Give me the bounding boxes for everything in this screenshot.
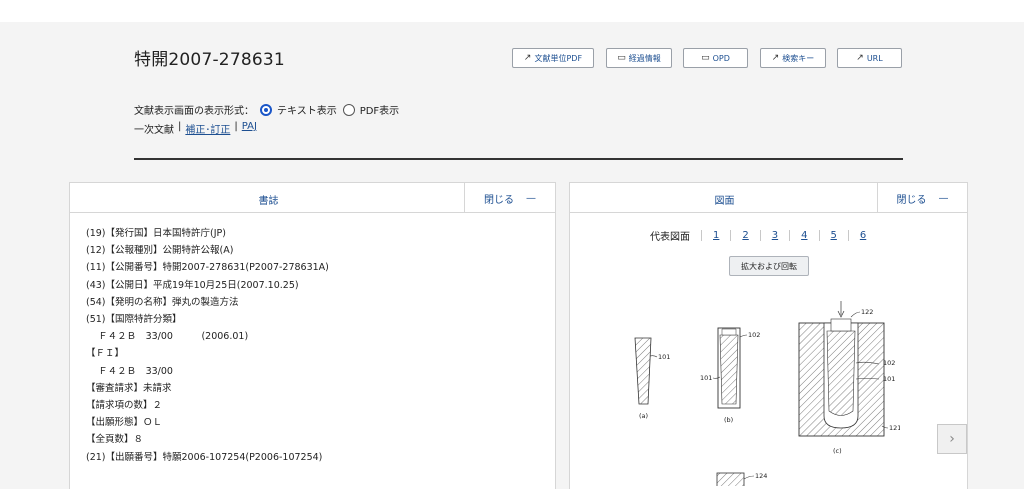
figure-page-link[interactable]: 2 [730,230,759,241]
document-icon: ▭ [617,53,626,63]
collapse-icon: — [526,192,536,204]
label-124: 124 [755,472,767,480]
next-figure-button[interactable]: › [937,424,967,454]
pdf-display-radio[interactable] [342,103,355,116]
text-display-radio[interactable] [260,103,272,116]
progress-info-label: 経過情報 [628,53,661,63]
biblio-line: (51)【国際特許分類】 [86,314,182,326]
display-mode-label: 文献表示画面の表示形式： [134,106,254,117]
figure-page-link[interactable]: 6 [847,230,877,241]
biblio-line: (21)【出願番号】特願2006-107254(P2006-107254) [86,451,323,463]
document-pdf-button[interactable]: ↗ 文献単位PDF [512,48,594,68]
biblio-line: Ｆ４２Ｂ 33/00 (2006.01) [86,331,249,343]
figure-panel: 図面 閉じる — 代表図面 1 2 3 4 5 6 拡大および回転 101 (a… [569,182,968,489]
label-c: (c) [833,447,842,455]
search-key-label: 検索キー [782,53,815,63]
label-101-b: 101 [700,374,712,382]
figure-part-101-a [634,337,652,405]
search-key-button[interactable]: ↗ 検索キー [760,48,826,68]
progress-info-button[interactable]: ▭ 経過情報 [606,48,672,68]
bibliography-panel: 書誌 閉じる — (19)【発行国】日本国特許庁(JP) (12)【公報種別】公… [69,182,556,489]
label-121: 121 [889,424,900,432]
subdocument-links: 一次文献 | 補正･訂正 | PAJ [134,121,257,136]
bibliography-text: (19)【発行国】日本国特許庁(JP) (12)【公報種別】公開特許公報(A) … [86,225,329,466]
primary-document-label: 一次文献 [134,125,174,136]
url-button[interactable]: ↗ URL [837,48,902,68]
collapse-icon: — [938,192,949,204]
section-divider [134,158,903,160]
display-mode-selector: 文献表示画面の表示形式： テキスト表示 PDF表示 [134,102,399,117]
biblio-line: 【審査請求】未請求 [86,382,172,394]
biblio-line: Ｆ４２Ｂ 33/00 [86,365,173,377]
figure-page-nav: 代表図面 1 2 3 4 5 6 [650,228,877,243]
close-label: 閉じる [896,194,927,206]
figure-page-link[interactable]: 1 [701,230,730,241]
external-link-icon: ↗ [856,53,864,63]
bibliography-close-button[interactable]: 閉じる — [464,183,555,213]
patent-figure-drawing: 101 (a) 102 101 (b) 122 102 101 121 (c) … [634,301,900,486]
text-display-label: テキスト表示 [277,106,337,117]
bibliography-panel-header: 書誌 閉じる — [70,183,555,213]
figure-page-link[interactable]: 4 [789,230,818,241]
bibliography-title: 書誌 [258,196,279,207]
figure-panel-header: 図面 閉じる — [570,183,967,213]
biblio-line: (19)【発行国】日本国特許庁(JP) [86,228,226,239]
figure-part-124 [716,472,745,486]
representative-figure-label: 代表図面 [650,232,690,243]
page-background: 特開2007-278631 ↗ 文献単位PDF ▭ 経過情報 ▭ OPD ↗ 検… [0,22,1024,489]
zoom-rotate-button[interactable]: 拡大および回転 [729,256,809,276]
biblio-line: 【請求項の数】２ [86,400,163,412]
figure-page-link[interactable]: 5 [818,230,848,241]
document-icon: ▭ [701,53,710,63]
label-b: (b) [724,416,733,424]
label-102-c: 102 [883,359,895,367]
biblio-line: 【ＦＩ】 [86,348,125,360]
document-pdf-label: 文献単位PDF [534,53,583,63]
biblio-line: 【出願形態】ＯＬ [86,417,163,429]
biblio-line: (11)【公開番号】特開2007-278631(P2007-278631A) [86,262,329,274]
label-102-b: 102 [748,331,760,339]
pdf-display-label: PDF表示 [359,106,400,117]
label-101: 101 [658,353,670,361]
paj-link[interactable]: PAJ [242,121,257,136]
biblio-line: (12)【公報種別】公開特許公報(A) [86,245,234,257]
figure-page-link[interactable]: 3 [759,230,789,241]
biblio-line: (54)【発明の名称】弾丸の製造方法 [86,296,239,308]
figure-title: 図面 [714,196,735,207]
external-link-icon: ↗ [523,53,532,63]
separator: | [234,121,238,132]
label-101-c: 101 [883,375,895,383]
biblio-line: 【全頁数】８ [86,434,144,446]
separator: | [178,121,182,132]
external-link-icon: ↗ [771,53,780,63]
document-title: 特開2007-278631 [134,50,285,70]
close-label: 閉じる [484,194,514,206]
amendment-link[interactable]: 補正･訂正 [185,121,230,136]
biblio-line: (43)【公開日】平成19年10月25日(2007.10.25) [86,279,299,291]
url-label: URL [866,53,883,63]
opd-label: OPD [712,53,730,63]
figure-close-button[interactable]: 閉じる — [877,183,967,213]
label-122: 122 [861,308,873,316]
label-a: (a) [639,412,648,420]
opd-button[interactable]: ▭ OPD [683,48,748,68]
